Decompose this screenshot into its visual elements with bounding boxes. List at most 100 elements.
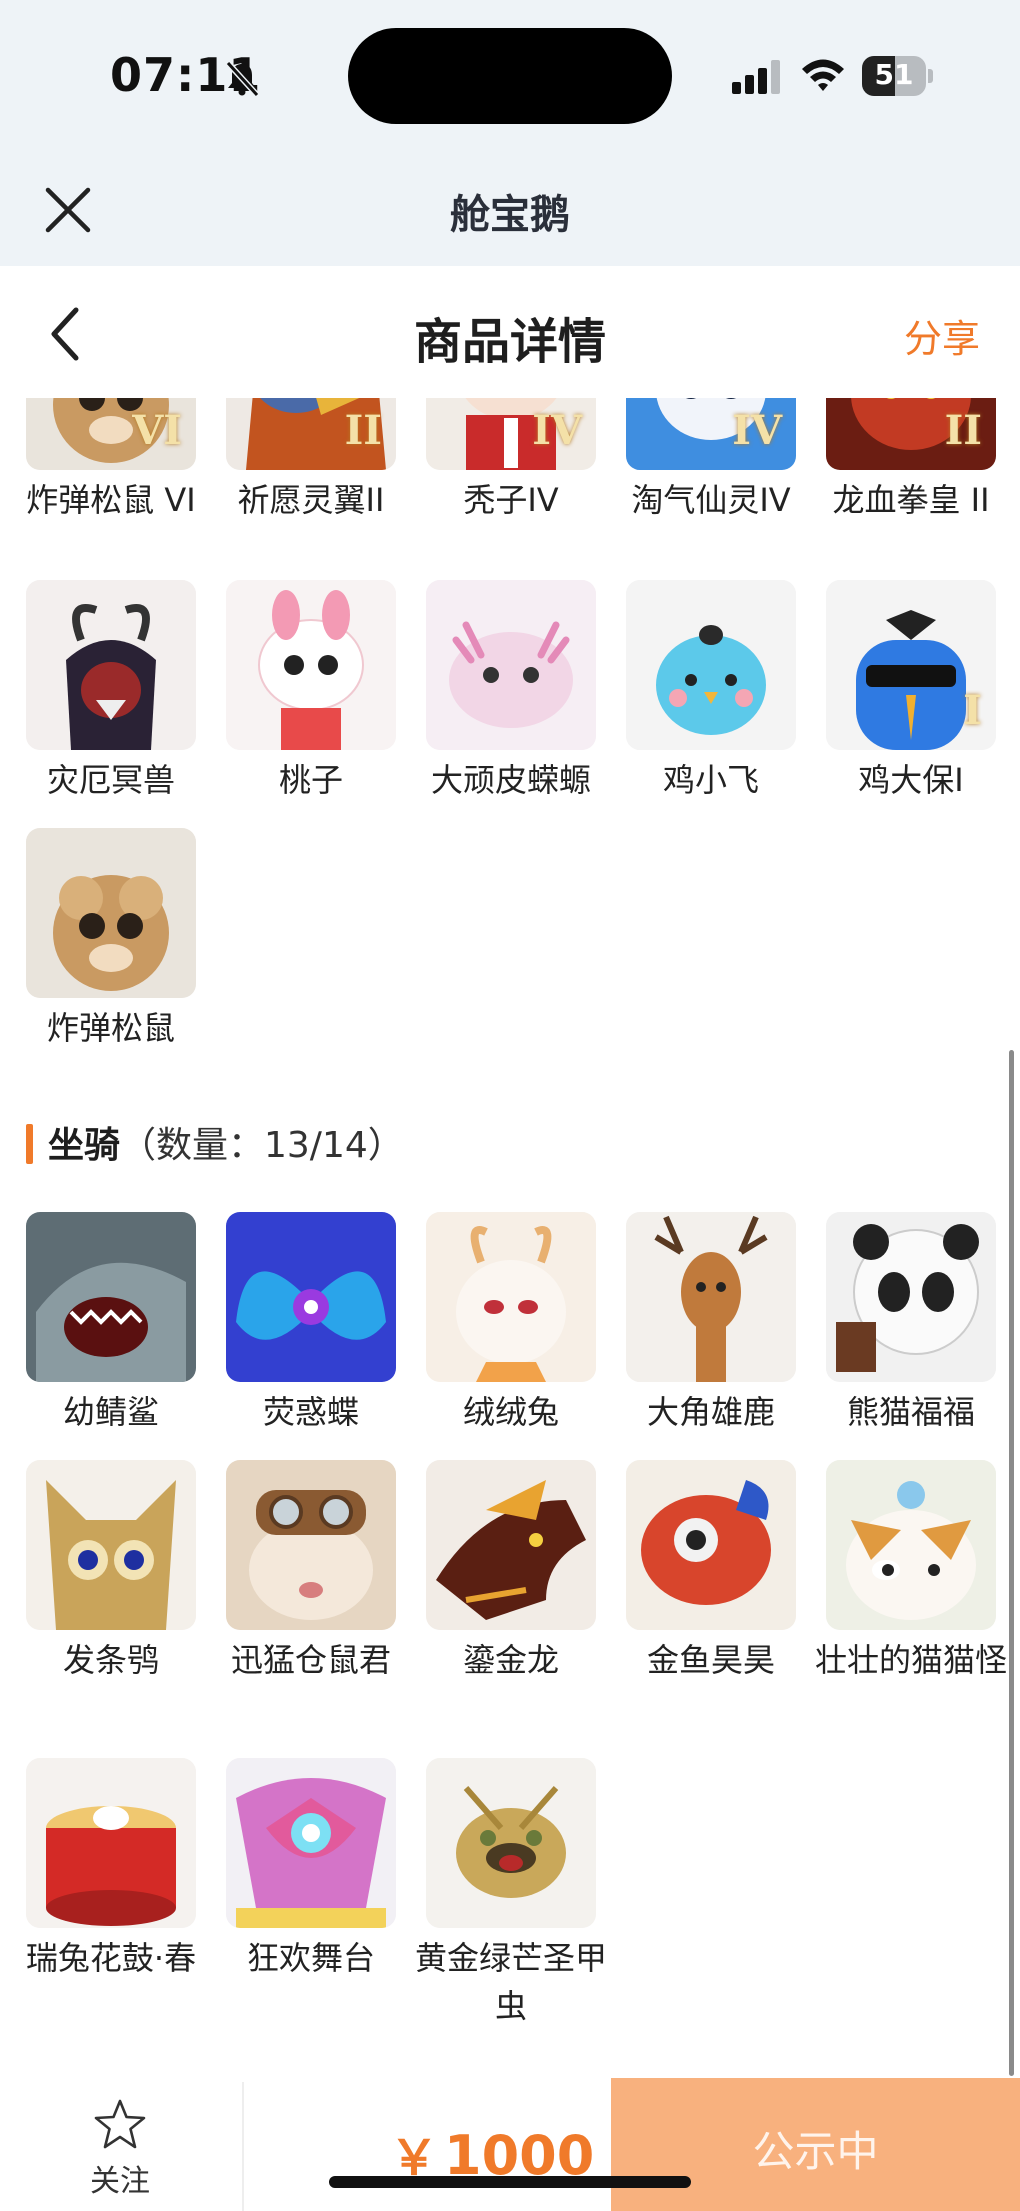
item-thumbnail	[626, 580, 796, 750]
grid-item[interactable]: 瑞兔花鼓·春	[26, 1758, 196, 1982]
item-name: 鎏金龙	[462, 1641, 559, 1679]
grid-item[interactable]: 炸弹松鼠	[26, 828, 196, 1052]
rank-badge: I	[963, 687, 982, 734]
item-thumbnail: IV	[426, 398, 596, 470]
grid-item[interactable]: 鎏金龙	[426, 1460, 596, 1684]
item-name: 淘气仙灵IV	[631, 481, 791, 519]
item-name: 炸弹松鼠 VI	[26, 481, 196, 519]
status-button[interactable]: 公示中	[611, 2078, 1020, 2211]
status-label: 公示中	[752, 2127, 879, 2176]
item-thumbnail: I	[826, 580, 996, 750]
bottom-action-bar: 关注 ￥ 1000 公示中	[0, 2078, 1020, 2211]
item-name: 黄金绿芒圣甲虫	[414, 1939, 607, 2025]
item-thumbnail	[226, 1212, 396, 1382]
grid-item[interactable]: 迅猛仓鼠君	[226, 1460, 396, 1684]
follow-label: 关注	[90, 2164, 150, 2199]
item-name: 祈愿灵翼II	[237, 481, 385, 519]
item-name: 绒绒兔	[462, 1393, 559, 1431]
item-thumbnail	[426, 580, 596, 750]
bottom-divider	[242, 2082, 244, 2211]
item-thumbnail: VI	[26, 398, 196, 470]
grid-item[interactable]: 大顽皮蝾螈	[426, 580, 596, 804]
item-thumbnail	[226, 1758, 396, 1928]
grid-item[interactable]: VI 炸弹松鼠 VI	[26, 398, 196, 524]
page-title: 商品详情	[413, 314, 606, 370]
home-indicator	[329, 2176, 691, 2188]
grid-item[interactable]: 发条鸮	[26, 1460, 196, 1684]
bell-muted-icon	[225, 60, 260, 98]
follow-button[interactable]: 关注	[60, 2098, 180, 2200]
share-button[interactable]: 分享	[904, 308, 980, 363]
scrollbar[interactable]	[1009, 1050, 1014, 2076]
item-name: 灾厄冥兽	[46, 761, 175, 799]
item-thumbnail	[226, 580, 396, 750]
item-name: 壮壮的猫猫怪	[814, 1641, 1007, 1679]
item-name: 桃子	[278, 761, 343, 799]
item-thumbnail	[426, 1758, 596, 1928]
item-thumbnail	[426, 1460, 596, 1630]
section-accent-bar	[26, 1124, 33, 1164]
grid-item[interactable]: IV 秃子IV	[426, 398, 596, 524]
grid-item[interactable]: 荧惑蝶	[226, 1212, 396, 1436]
grid-item[interactable]: 鸡小飞	[626, 580, 796, 804]
mounts-section-count: （数量：13/14）	[120, 1125, 404, 1166]
item-name: 熊猫福福	[846, 1393, 975, 1431]
item-name: 鸡大保I	[858, 761, 964, 799]
battery-icon: 51	[862, 56, 934, 96]
grid-item[interactable]: 灾厄冥兽	[26, 580, 196, 804]
item-name: 金鱼昊昊	[646, 1641, 775, 1679]
item-name: 大顽皮蝾螈	[430, 761, 591, 799]
wifi-icon	[802, 59, 844, 91]
item-thumbnail	[26, 1212, 196, 1382]
rank-badge: IV	[532, 407, 582, 454]
item-name: 炸弹松鼠	[46, 1009, 175, 1047]
item-thumbnail	[26, 828, 196, 998]
grid-item[interactable]: 壮壮的猫猫怪	[815, 1460, 1007, 1684]
grid-item[interactable]: 狂欢舞台	[226, 1758, 396, 1982]
grid-item[interactable]: I 鸡大保I	[826, 580, 996, 804]
grid-item[interactable]: 金鱼昊昊	[626, 1460, 796, 1684]
grid-item[interactable]: 大角雄鹿	[626, 1212, 796, 1436]
grid-item[interactable]: II 祈愿灵翼II	[226, 398, 396, 524]
item-name: 鸡小飞	[662, 761, 759, 799]
grid-item[interactable]: 黄金绿芒圣甲虫	[415, 1758, 607, 2030]
item-thumbnail	[26, 1758, 196, 1928]
item-thumbnail	[26, 1460, 196, 1630]
grid-item[interactable]: 熊猫福福	[826, 1212, 996, 1436]
item-name: 荧惑蝶	[262, 1393, 359, 1431]
item-name: 狂欢舞台	[246, 1939, 375, 1977]
item-thumbnail	[626, 1460, 796, 1630]
rank-badge: IV	[732, 407, 782, 454]
item-name: 迅猛仓鼠君	[230, 1641, 391, 1679]
grid-item[interactable]: 幼鲭鲨	[26, 1212, 196, 1436]
grid-item[interactable]: 桃子	[226, 580, 396, 804]
item-thumbnail: II	[826, 398, 996, 470]
item-name: 瑞兔花鼓·春	[25, 1939, 197, 1977]
rank-badge: II	[944, 407, 982, 454]
grid-item[interactable]: II 龙血拳皇 II	[826, 398, 996, 524]
rank-badge: II	[344, 407, 382, 454]
item-thumbnail	[426, 1212, 596, 1382]
app-title: 舱宝鹅	[450, 192, 570, 238]
item-name: 发条鸮	[62, 1641, 159, 1679]
item-thumbnail	[626, 1212, 796, 1382]
item-thumbnail	[826, 1212, 996, 1382]
mounts-section-title: 坐骑	[48, 1125, 121, 1166]
page-header: 商品详情 分享	[0, 266, 1020, 398]
grid-item[interactable]: 绒绒兔	[426, 1212, 596, 1436]
content-scroll[interactable]: 坐骑 （数量：13/14） VI 炸弹松鼠 VI II 祈愿灵翼II IV 秃子IV IV 淘…	[0, 398, 1020, 2078]
item-thumbnail	[26, 580, 196, 750]
item-thumbnail	[226, 1460, 396, 1630]
grid-item[interactable]: IV 淘气仙灵IV	[626, 398, 796, 524]
item-name: 幼鲭鲨	[62, 1393, 159, 1431]
item-thumbnail	[826, 1460, 996, 1630]
item-thumbnail: IV	[626, 398, 796, 470]
item-thumbnail: II	[226, 398, 396, 470]
star-outline-icon	[94, 2099, 146, 2149]
item-name: 龙血拳皇 II	[832, 481, 990, 519]
battery-percent: 51	[874, 58, 914, 91]
cellular-signal-icon	[732, 60, 780, 94]
rank-badge: VI	[132, 407, 182, 454]
item-name: 秃子IV	[463, 481, 559, 519]
top-bar: 07:11 51 舱宝鹅	[0, 0, 1020, 266]
